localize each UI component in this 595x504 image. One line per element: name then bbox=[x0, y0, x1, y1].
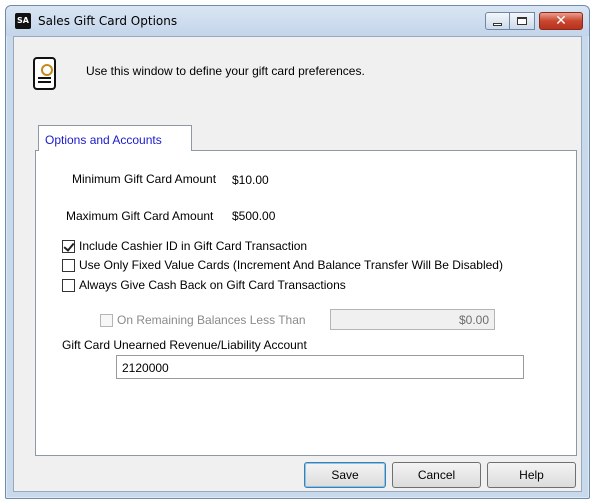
max-amount-value: $500.00 bbox=[232, 209, 276, 223]
minimize-icon bbox=[493, 22, 502, 26]
title-bar[interactable]: SA Sales Gift Card Options ✕ bbox=[6, 6, 589, 36]
dialog-body: Use this window to define your gift card… bbox=[13, 36, 582, 492]
include-cashier-id-checkbox[interactable]: Include Cashier ID in Gift Card Transact… bbox=[62, 238, 307, 254]
tab-options-and-accounts[interactable]: Options and Accounts bbox=[38, 125, 192, 151]
min-amount-label: Minimum Gift Card Amount bbox=[72, 172, 217, 186]
cancel-button[interactable]: Cancel bbox=[392, 462, 481, 488]
minimize-button[interactable] bbox=[485, 12, 510, 30]
checkbox-box[interactable] bbox=[62, 258, 75, 272]
help-button[interactable]: Help bbox=[487, 462, 576, 488]
window-title: Sales Gift Card Options bbox=[38, 14, 178, 28]
header-description: Use this window to define your gift card… bbox=[86, 64, 365, 78]
dialog-window: SA Sales Gift Card Options ✕ Use this wi… bbox=[5, 5, 590, 499]
max-amount-label: Maximum Gift Card Amount bbox=[66, 209, 214, 223]
min-amount-value: $10.00 bbox=[232, 173, 269, 187]
checkbox-label: Include Cashier ID in Gift Card Transact… bbox=[79, 239, 308, 253]
remaining-balance-checkbox[interactable]: On Remaining Balances Less Than bbox=[100, 312, 306, 328]
account-input[interactable]: 2120000 bbox=[116, 355, 524, 379]
app-logo-icon: SA bbox=[15, 13, 31, 29]
checkbox-box[interactable] bbox=[100, 313, 113, 327]
account-label: Gift Card Unearned Revenue/Liability Acc… bbox=[62, 338, 307, 352]
checkbox-label: Always Give Cash Back on Gift Card Trans… bbox=[79, 278, 346, 292]
options-panel: Minimum Gift Card Amount $10.00 Maximum … bbox=[35, 150, 577, 456]
save-button[interactable]: Save bbox=[304, 462, 386, 488]
maximize-icon bbox=[517, 17, 527, 25]
fixed-value-cards-checkbox[interactable]: Use Only Fixed Value Cards (Increment An… bbox=[62, 257, 503, 273]
checkbox-label: Use Only Fixed Value Cards (Increment An… bbox=[79, 258, 503, 272]
checkbox-label: On Remaining Balances Less Than bbox=[117, 313, 306, 327]
close-button[interactable]: ✕ bbox=[539, 12, 583, 30]
remaining-balance-input[interactable]: $0.00 bbox=[330, 309, 495, 330]
close-icon: ✕ bbox=[555, 13, 567, 29]
document-gear-icon bbox=[33, 57, 56, 90]
maximize-button[interactable] bbox=[510, 12, 535, 30]
checkbox-box[interactable] bbox=[62, 239, 75, 253]
cash-back-checkbox[interactable]: Always Give Cash Back on Gift Card Trans… bbox=[62, 277, 346, 293]
checkbox-box[interactable] bbox=[62, 278, 75, 292]
